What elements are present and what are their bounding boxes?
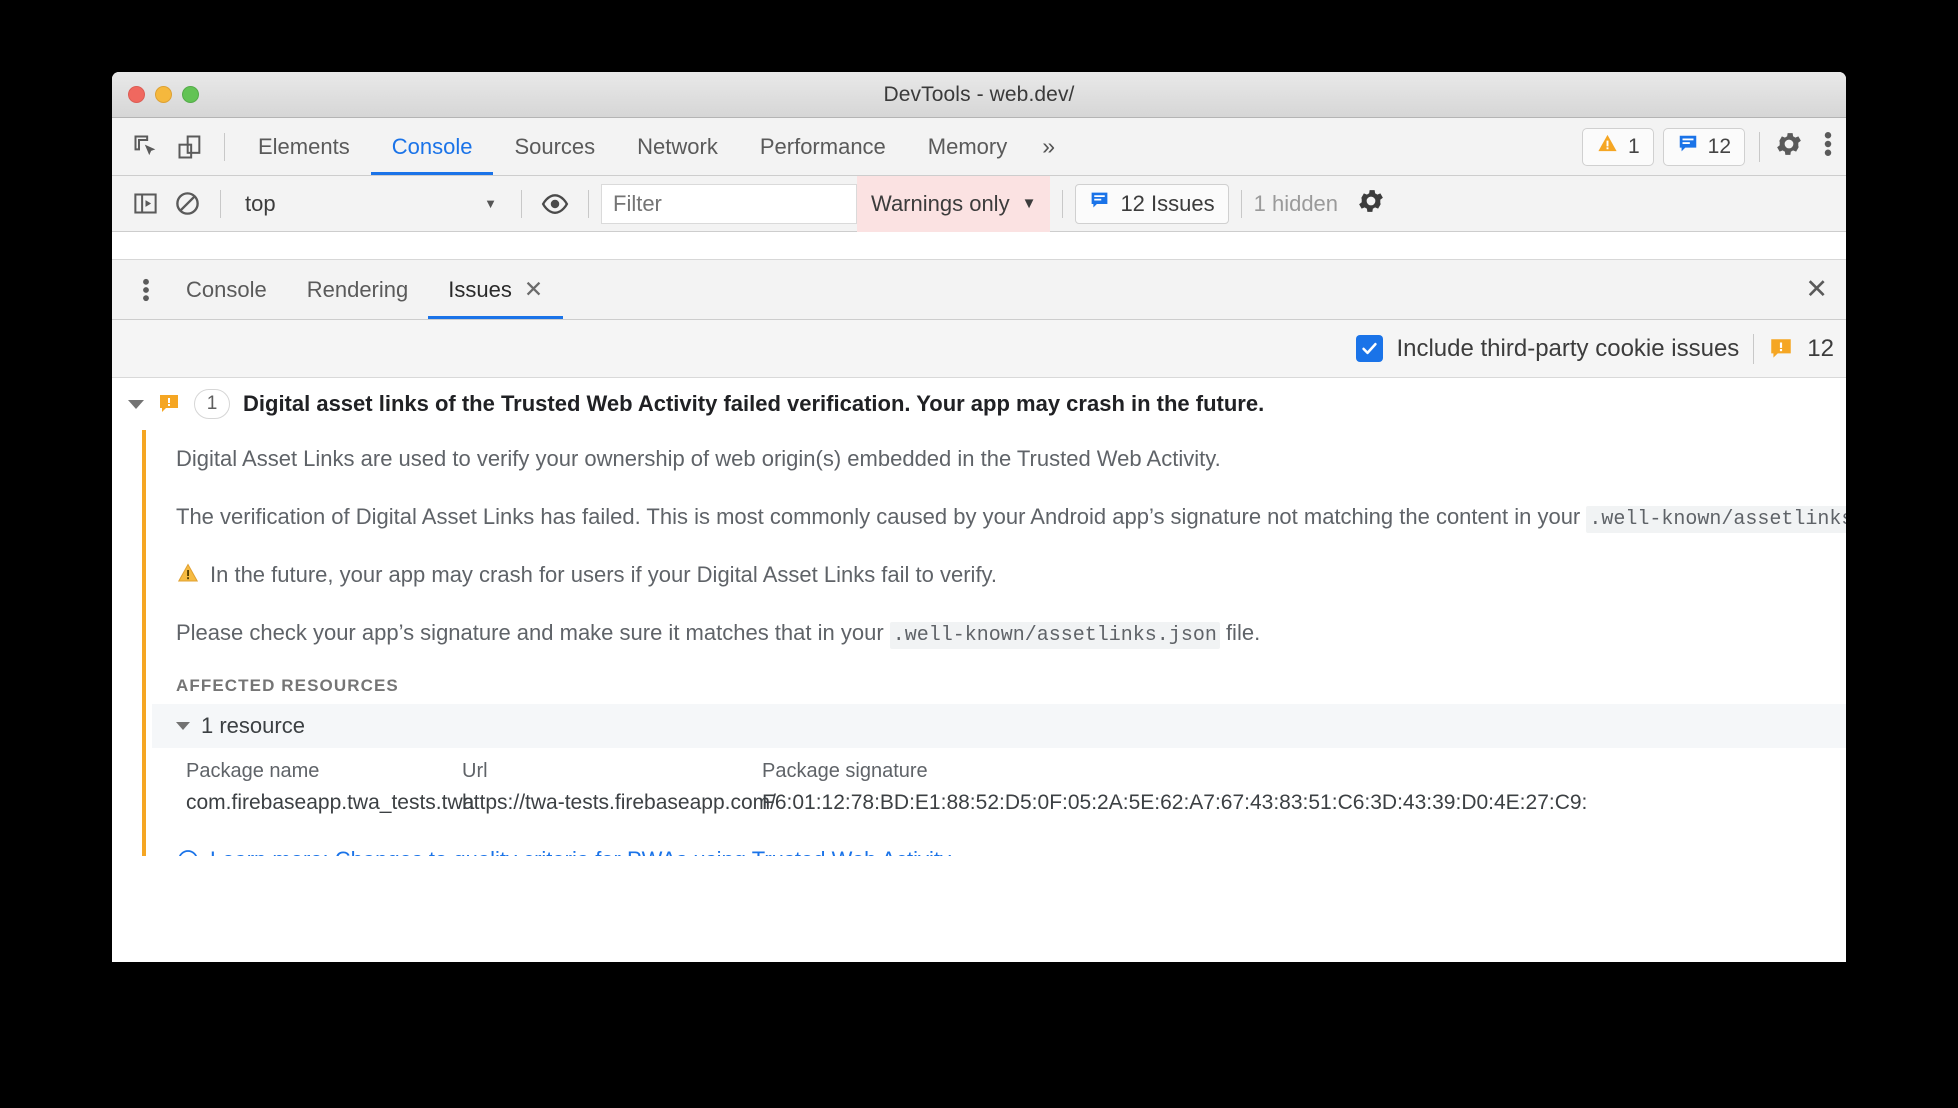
issue-paragraph-1: Digital Asset Links are used to verify y… [152, 430, 1846, 488]
issues-toolbar: Include third-party cookie issues 12 [112, 320, 1846, 378]
console-divider-1 [220, 189, 221, 218]
issue-occurrence-badge: 1 [194, 389, 230, 419]
drawer-tab-bar: Console Rendering Issues ✕ ✕ [112, 260, 1846, 320]
issues-count: 12 [1707, 134, 1731, 158]
third-party-cookie-checkbox[interactable]: Include third-party cookie issues [1356, 335, 1739, 363]
issue-severity-rail [142, 430, 146, 856]
issues-button-label: 12 Issues [1120, 190, 1215, 216]
chevron-down-icon: ▼ [1021, 195, 1037, 212]
inspect-element-icon[interactable] [124, 125, 168, 169]
title-bar: DevTools - web.dev/ [112, 72, 1846, 118]
more-tabs-icon[interactable]: » [1028, 133, 1069, 160]
issues-total-count: 12 [1807, 334, 1834, 362]
issue-speech-icon [157, 392, 181, 416]
toolbar-divider [224, 132, 225, 161]
issues-count-badge[interactable]: 12 [1662, 127, 1745, 166]
drawer-tab-console[interactable]: Console [166, 260, 287, 319]
checkbox-checked-icon [1356, 335, 1384, 362]
console-toolbar: top ▼ Warnings only ▼ 12 Issu [112, 175, 1846, 232]
third-party-cookie-label: Include third-party cookie issues [1396, 334, 1740, 362]
warning-triangle-icon [176, 561, 200, 590]
gear-icon[interactable] [1774, 129, 1804, 164]
drawer-tab-rendering-label: Rendering [306, 276, 409, 302]
tab-console[interactable]: Console [370, 118, 494, 175]
close-drawer-icon[interactable]: ✕ [1805, 276, 1828, 303]
toolbar-divider-2 [1759, 131, 1760, 162]
kebab-menu-icon[interactable] [1824, 129, 1832, 164]
console-divider-3 [588, 189, 589, 218]
console-sidebar-icon[interactable] [124, 183, 166, 225]
cell-url: https://twa-tests.firebaseapp.com/ [462, 791, 776, 814]
column-header-package-signature: Package signature [762, 760, 928, 782]
tab-memory[interactable]: Memory [907, 118, 1028, 175]
log-level-value: Warnings only [871, 190, 1010, 216]
issue-paragraph-4-text-before: Please check your app’s signature and ma… [176, 619, 890, 645]
issue-speech-icon [1768, 336, 1794, 362]
chevron-down-icon: ▼ [484, 196, 497, 211]
issue-paragraph-4-text-after: file. [1219, 619, 1261, 645]
log-level-select[interactable]: Warnings only ▼ [857, 175, 1051, 232]
console-settings-gear-icon[interactable] [1356, 186, 1386, 221]
drawer-tab-issues-label: Issues [448, 276, 512, 302]
cell-package-signature: F6:01:12:78:BD:E1:88:52:D5:0F:05:2A:5E:6… [762, 791, 1588, 814]
tab-sources[interactable]: Sources [493, 118, 616, 175]
console-divider-5 [1240, 189, 1242, 218]
console-divider-4 [1062, 189, 1064, 218]
issues-toolbar-divider [1753, 333, 1755, 364]
learn-more-link[interactable]: Learn more: Changes to quality criteria … [210, 847, 951, 856]
tab-elements[interactable]: Elements [237, 118, 371, 175]
external-link-arrow-icon [176, 848, 200, 856]
resource-summary-row[interactable]: 1 resource [152, 704, 1846, 748]
issues-button[interactable]: 12 Issues [1075, 183, 1229, 224]
drawer-kebab-menu-icon[interactable] [126, 276, 166, 304]
hidden-messages-label: 1 hidden [1253, 190, 1339, 216]
issue-speech-icon [1677, 133, 1699, 161]
issue-paragraph-2-text: The verification of Digital Asset Links … [176, 503, 1587, 529]
issue-paragraph-3-text: In the future, your app may crash for us… [210, 562, 998, 588]
console-divider-2 [521, 189, 522, 218]
column-header-url: Url [462, 760, 488, 782]
window-title: DevTools - web.dev/ [883, 82, 1075, 106]
table-header-row: Package name Url Package signature [186, 760, 1846, 791]
clear-console-icon[interactable] [166, 183, 208, 225]
affected-resources-label: AFFECTED RESOURCES [176, 676, 399, 695]
devtools-window: DevTools - web.dev/ Elements Console Sou… [112, 72, 1846, 962]
issue-paragraph-4-code: .well-known/assetlinks.json [889, 621, 1220, 649]
resource-summary-label: 1 resource [201, 713, 305, 738]
issue-paragraph-3: In the future, your app may crash for us… [152, 546, 1846, 604]
warning-triangle-icon [1596, 132, 1619, 161]
issues-list: 1 Digital asset links of the Trusted Web… [112, 378, 1846, 856]
live-expression-icon[interactable] [534, 183, 576, 225]
learn-more-row[interactable]: Learn more: Changes to quality criteria … [152, 821, 1846, 856]
table-row: com.firebaseapp.twa_tests.twa https://tw… [186, 791, 1846, 815]
warning-count-badge[interactable]: 1 [1581, 127, 1654, 166]
panel-tabs: Elements Console Sources Network Perform… [237, 118, 1028, 175]
chevron-down-icon[interactable] [128, 399, 144, 409]
issue-paragraph-2-code: .well-known/assetlinks.json [1586, 505, 1846, 533]
console-output-strip [112, 232, 1846, 260]
affected-resources-table: Package name Url Package signature com.f… [152, 748, 1846, 821]
issue-header-row[interactable]: 1 Digital asset links of the Trusted Web… [112, 378, 1846, 430]
device-toolbar-icon[interactable] [168, 125, 212, 169]
execution-context-select[interactable]: top ▼ [233, 183, 509, 225]
issue-title: Digital asset links of the Trusted Web A… [243, 391, 1265, 416]
column-header-package-name: Package name [186, 760, 320, 782]
issue-speech-icon [1089, 190, 1110, 217]
warning-count: 1 [1627, 134, 1640, 158]
close-icon[interactable]: ✕ [524, 278, 543, 301]
chevron-down-icon[interactable] [176, 722, 190, 730]
main-toolbar: Elements Console Sources Network Perform… [112, 118, 1846, 176]
drawer-tab-rendering[interactable]: Rendering [287, 260, 429, 319]
cell-package-name: com.firebaseapp.twa_tests.twa [186, 791, 475, 814]
issue-paragraph-1-text: Digital Asset Links are used to verify y… [176, 446, 1221, 472]
execution-context-value: top [245, 190, 276, 216]
drawer-tab-issues[interactable]: Issues ✕ [428, 260, 563, 319]
issue-paragraph-2: The verification of Digital Asset Links … [152, 488, 1846, 546]
drawer-tab-console-label: Console [186, 276, 267, 302]
filter-input[interactable] [601, 183, 857, 224]
issue-paragraph-4: Please check your app’s signature and ma… [152, 604, 1846, 662]
tab-network[interactable]: Network [616, 118, 739, 175]
issue-detail: Digital Asset Links are used to verify y… [112, 430, 1846, 856]
tab-performance[interactable]: Performance [739, 118, 907, 175]
